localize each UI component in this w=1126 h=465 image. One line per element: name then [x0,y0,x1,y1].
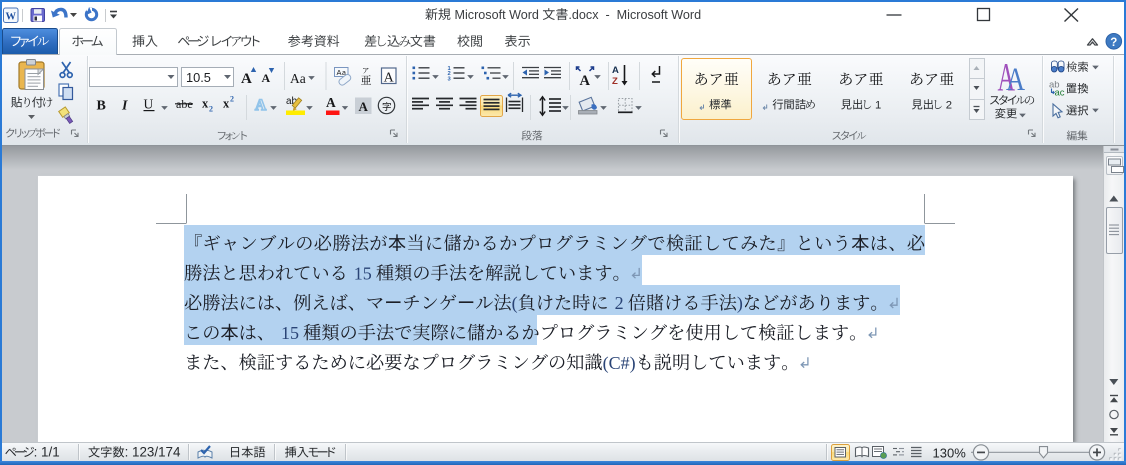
svg-text:: 123/174: : 123/174 [125,445,181,460]
svg-text:130%: 130% [933,445,967,460]
svg-text:A: A [384,71,395,86]
svg-text:2: 2 [230,94,234,103]
svg-text:10.5: 10.5 [186,70,211,85]
svg-text:A: A [262,71,271,85]
svg-text:(C#): (C#) [603,353,636,374]
svg-text:A: A [1006,62,1025,98]
svg-text:): ) [737,293,743,314]
svg-text:x: x [223,96,230,110]
svg-text:A: A [580,73,591,89]
svg-text:(: ( [512,293,518,314]
svg-text:A: A [337,68,342,77]
svg-text:2: 2 [615,293,624,313]
svg-text:: 1/1: : 1/1 [34,445,60,460]
svg-text:Z: Z [612,76,618,87]
svg-text:Aa: Aa [290,71,306,86]
svg-text:W: W [6,11,17,22]
svg-text:U: U [144,96,154,111]
svg-text:Microsoft Word: Microsoft Word [451,8,542,22]
svg-text:x: x [202,96,209,110]
svg-text:2: 2 [943,100,952,112]
svg-text:.docx - Microsoft Word: .docx - Microsoft Word [568,8,701,22]
svg-text:A: A [612,65,619,76]
svg-text:?: ? [1110,37,1117,49]
svg-text:A: A [241,71,252,87]
svg-text:1: 1 [872,100,881,112]
svg-text:3: 3 [448,76,452,82]
svg-text:ac: ac [1055,88,1065,99]
svg-text:15: 15 [354,263,372,283]
svg-text:A: A [255,97,267,114]
svg-text:A: A [326,95,336,110]
svg-text:15: 15 [281,323,299,343]
svg-text:I: I [121,98,128,113]
svg-text:B: B [97,98,106,113]
svg-text:A: A [359,99,369,114]
svg-text:2: 2 [209,104,213,113]
